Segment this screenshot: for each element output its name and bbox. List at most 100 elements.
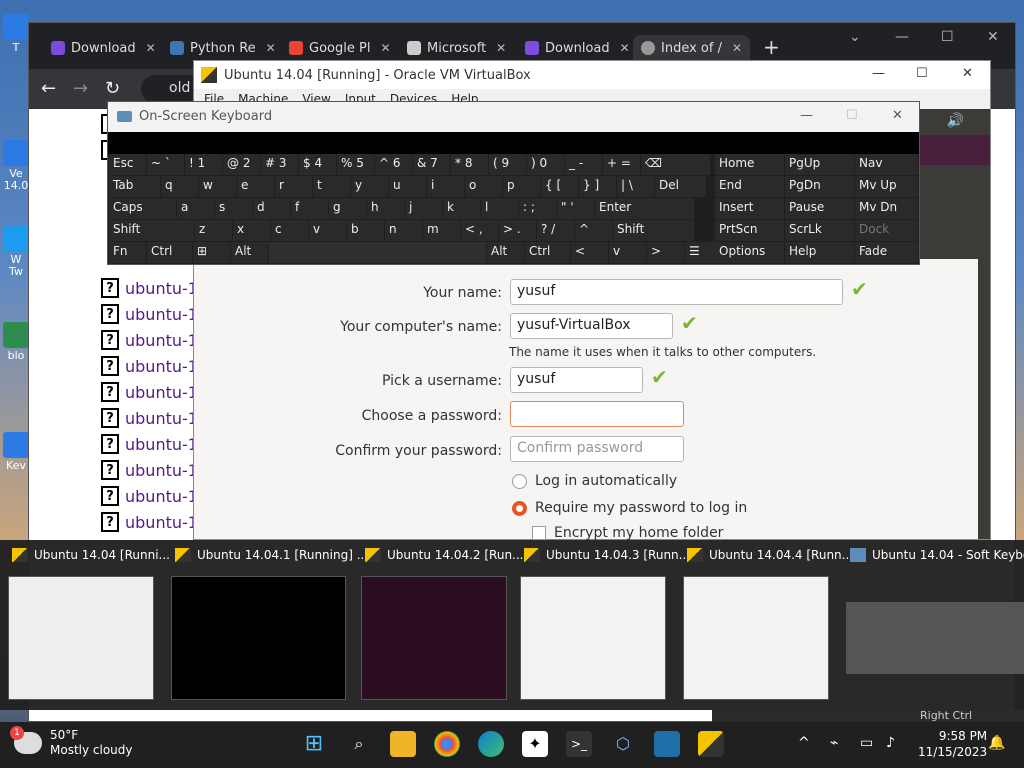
osk-key[interactable]: Tab <box>109 176 160 197</box>
osk-key[interactable]: < <box>571 242 608 263</box>
browser-tab-active[interactable]: Index of / ✕ <box>633 35 751 61</box>
osk-key[interactable]: " ' <box>557 198 594 219</box>
osk-key[interactable]: | \ <box>617 176 654 197</box>
osk-key[interactable] <box>269 242 486 263</box>
osk-key[interactable]: _ - <box>565 154 602 175</box>
osk-key[interactable]: % 5 <box>337 154 374 175</box>
osk-key[interactable]: v <box>609 242 646 263</box>
osk-key[interactable]: q <box>161 176 198 197</box>
tab-close-icon[interactable]: ✕ <box>496 41 506 55</box>
osk-key[interactable]: ScrLk <box>785 220 854 241</box>
desktop-icon[interactable]: Kev <box>2 432 30 472</box>
speaker-icon[interactable]: 🔊 <box>947 113 964 129</box>
encrypt-home-checkbox[interactable]: Encrypt my home folder <box>532 525 723 541</box>
osk-key[interactable]: Fade <box>855 242 918 263</box>
osk-key[interactable]: ^ <box>575 220 612 241</box>
minimize-icon[interactable]: — <box>800 108 813 123</box>
desktop-icon[interactable]: blo <box>2 322 30 362</box>
tab-search-icon[interactable]: ⌄ <box>849 29 861 45</box>
osk-key[interactable]: v <box>309 220 346 241</box>
tab-close-icon[interactable]: ✕ <box>380 41 390 55</box>
osk-key[interactable]: Ctrl <box>147 242 192 263</box>
maximize-icon[interactable]: ☐ <box>846 108 858 123</box>
osk-key[interactable]: & 7 <box>413 154 450 175</box>
require-password-radio[interactable]: Require my password to log in <box>512 500 747 516</box>
computer-name-input[interactable]: yusuf-VirtualBox <box>510 313 673 339</box>
osk-key[interactable]: PrtScn <box>715 220 784 241</box>
osk-key[interactable]: y <box>351 176 388 197</box>
thumbnail-window[interactable]: Ubuntu 14.04.3 [Runn... <box>512 540 690 710</box>
monitor-icon[interactable] <box>654 731 680 757</box>
desktop-icon[interactable]: W Tw <box>2 226 30 278</box>
osk-key[interactable]: @ 2 <box>223 154 260 175</box>
close-icon[interactable]: ✕ <box>987 29 999 45</box>
new-tab-button[interactable]: + <box>763 35 780 59</box>
osk-key[interactable]: } ] <box>579 176 616 197</box>
osk-key[interactable]: w <box>199 176 236 197</box>
osk-key[interactable]: * 8 <box>451 154 488 175</box>
osk-key[interactable]: Nav <box>855 154 918 175</box>
tab-close-icon[interactable]: ✕ <box>146 41 156 55</box>
thumbnail-window[interactable]: Ubuntu 14.04 - Soft Keybo... <box>838 540 1024 710</box>
browser-tab[interactable]: Microsoft ✕ <box>399 35 514 61</box>
osk-key[interactable]: Shift <box>613 220 694 241</box>
clock[interactable]: 9:58 PM 11/15/2023 <box>918 728 987 760</box>
osk-key[interactable]: x <box>233 220 270 241</box>
osk-key[interactable]: > . <box>499 220 536 241</box>
osk-key[interactable]: Fn <box>109 242 146 263</box>
osk-key[interactable]: f <box>291 198 328 219</box>
osk-key[interactable]: Esc <box>109 154 146 175</box>
cube-icon[interactable]: ⬡ <box>610 731 636 757</box>
osk-key[interactable]: Alt <box>487 242 524 263</box>
minimize-icon[interactable]: — <box>872 66 885 81</box>
osk-key[interactable]: Insert <box>715 198 784 219</box>
osk-key[interactable]: > <box>647 242 684 263</box>
terminal-icon[interactable]: >_ <box>566 731 592 757</box>
osk-key[interactable]: p <box>503 176 540 197</box>
thumbnail-window[interactable]: Ubuntu 14.04.1 [Running] ... <box>163 540 368 710</box>
osk-key[interactable]: Dock <box>855 220 918 241</box>
osk-key[interactable]: Home <box>715 154 784 175</box>
osk-key[interactable]: Ctrl <box>525 242 570 263</box>
osk-key[interactable]: ~ ` <box>147 154 184 175</box>
notification-bell-icon[interactable]: 🔔 <box>988 735 1005 751</box>
osk-key[interactable]: Del <box>655 176 706 197</box>
network-icon[interactable]: ⌁ <box>830 735 838 751</box>
browser-tab[interactable]: Download ✕ <box>517 35 638 61</box>
close-icon[interactable]: ✕ <box>892 108 903 123</box>
login-automatically-radio[interactable]: Log in automatically <box>512 473 677 489</box>
osk-key[interactable]: b <box>347 220 384 241</box>
virtualbox-icon[interactable] <box>698 731 724 757</box>
browser-tab[interactable]: Download ✕ <box>43 35 164 61</box>
osk-key[interactable]: Mv Up <box>855 176 918 197</box>
password-input[interactable] <box>510 401 684 427</box>
osk-key[interactable]: Mv Dn <box>855 198 918 219</box>
osk-key[interactable]: ( 9 <box>489 154 526 175</box>
osk-key[interactable]: ⌫ <box>641 154 710 175</box>
osk-key[interactable]: Caps <box>109 198 176 219</box>
osk-key[interactable]: Enter <box>595 198 694 219</box>
osk-key[interactable]: h <box>367 198 404 219</box>
browser-tab[interactable]: Python Re ✕ <box>162 35 284 61</box>
confirm-password-input[interactable]: Confirm password <box>510 436 684 462</box>
osk-key[interactable]: z <box>195 220 232 241</box>
osk-key[interactable]: Help <box>785 242 854 263</box>
osk-key[interactable]: { [ <box>541 176 578 197</box>
osk-key[interactable]: End <box>715 176 784 197</box>
forward-arrow-icon[interactable]: → <box>73 78 88 99</box>
edge-icon[interactable] <box>478 731 504 757</box>
maximize-icon[interactable]: ☐ <box>916 66 928 81</box>
osk-key[interactable]: d <box>253 198 290 219</box>
osk-key[interactable]: n <box>385 220 422 241</box>
osk-key[interactable]: < , <box>461 220 498 241</box>
display-icon[interactable]: ▭ <box>860 735 873 751</box>
thumbnail-window[interactable]: Ubuntu 14.04.4 [Runn... <box>675 540 853 710</box>
your-name-input[interactable]: yusuf <box>510 279 843 305</box>
file-explorer-icon[interactable] <box>390 731 416 757</box>
osk-key[interactable]: l <box>481 198 518 219</box>
osk-key[interactable]: k <box>443 198 480 219</box>
osk-key[interactable]: m <box>423 220 460 241</box>
chevron-up-icon[interactable]: ^ <box>798 735 810 751</box>
osk-key[interactable]: t <box>313 176 350 197</box>
osk-key[interactable]: : ; <box>519 198 556 219</box>
